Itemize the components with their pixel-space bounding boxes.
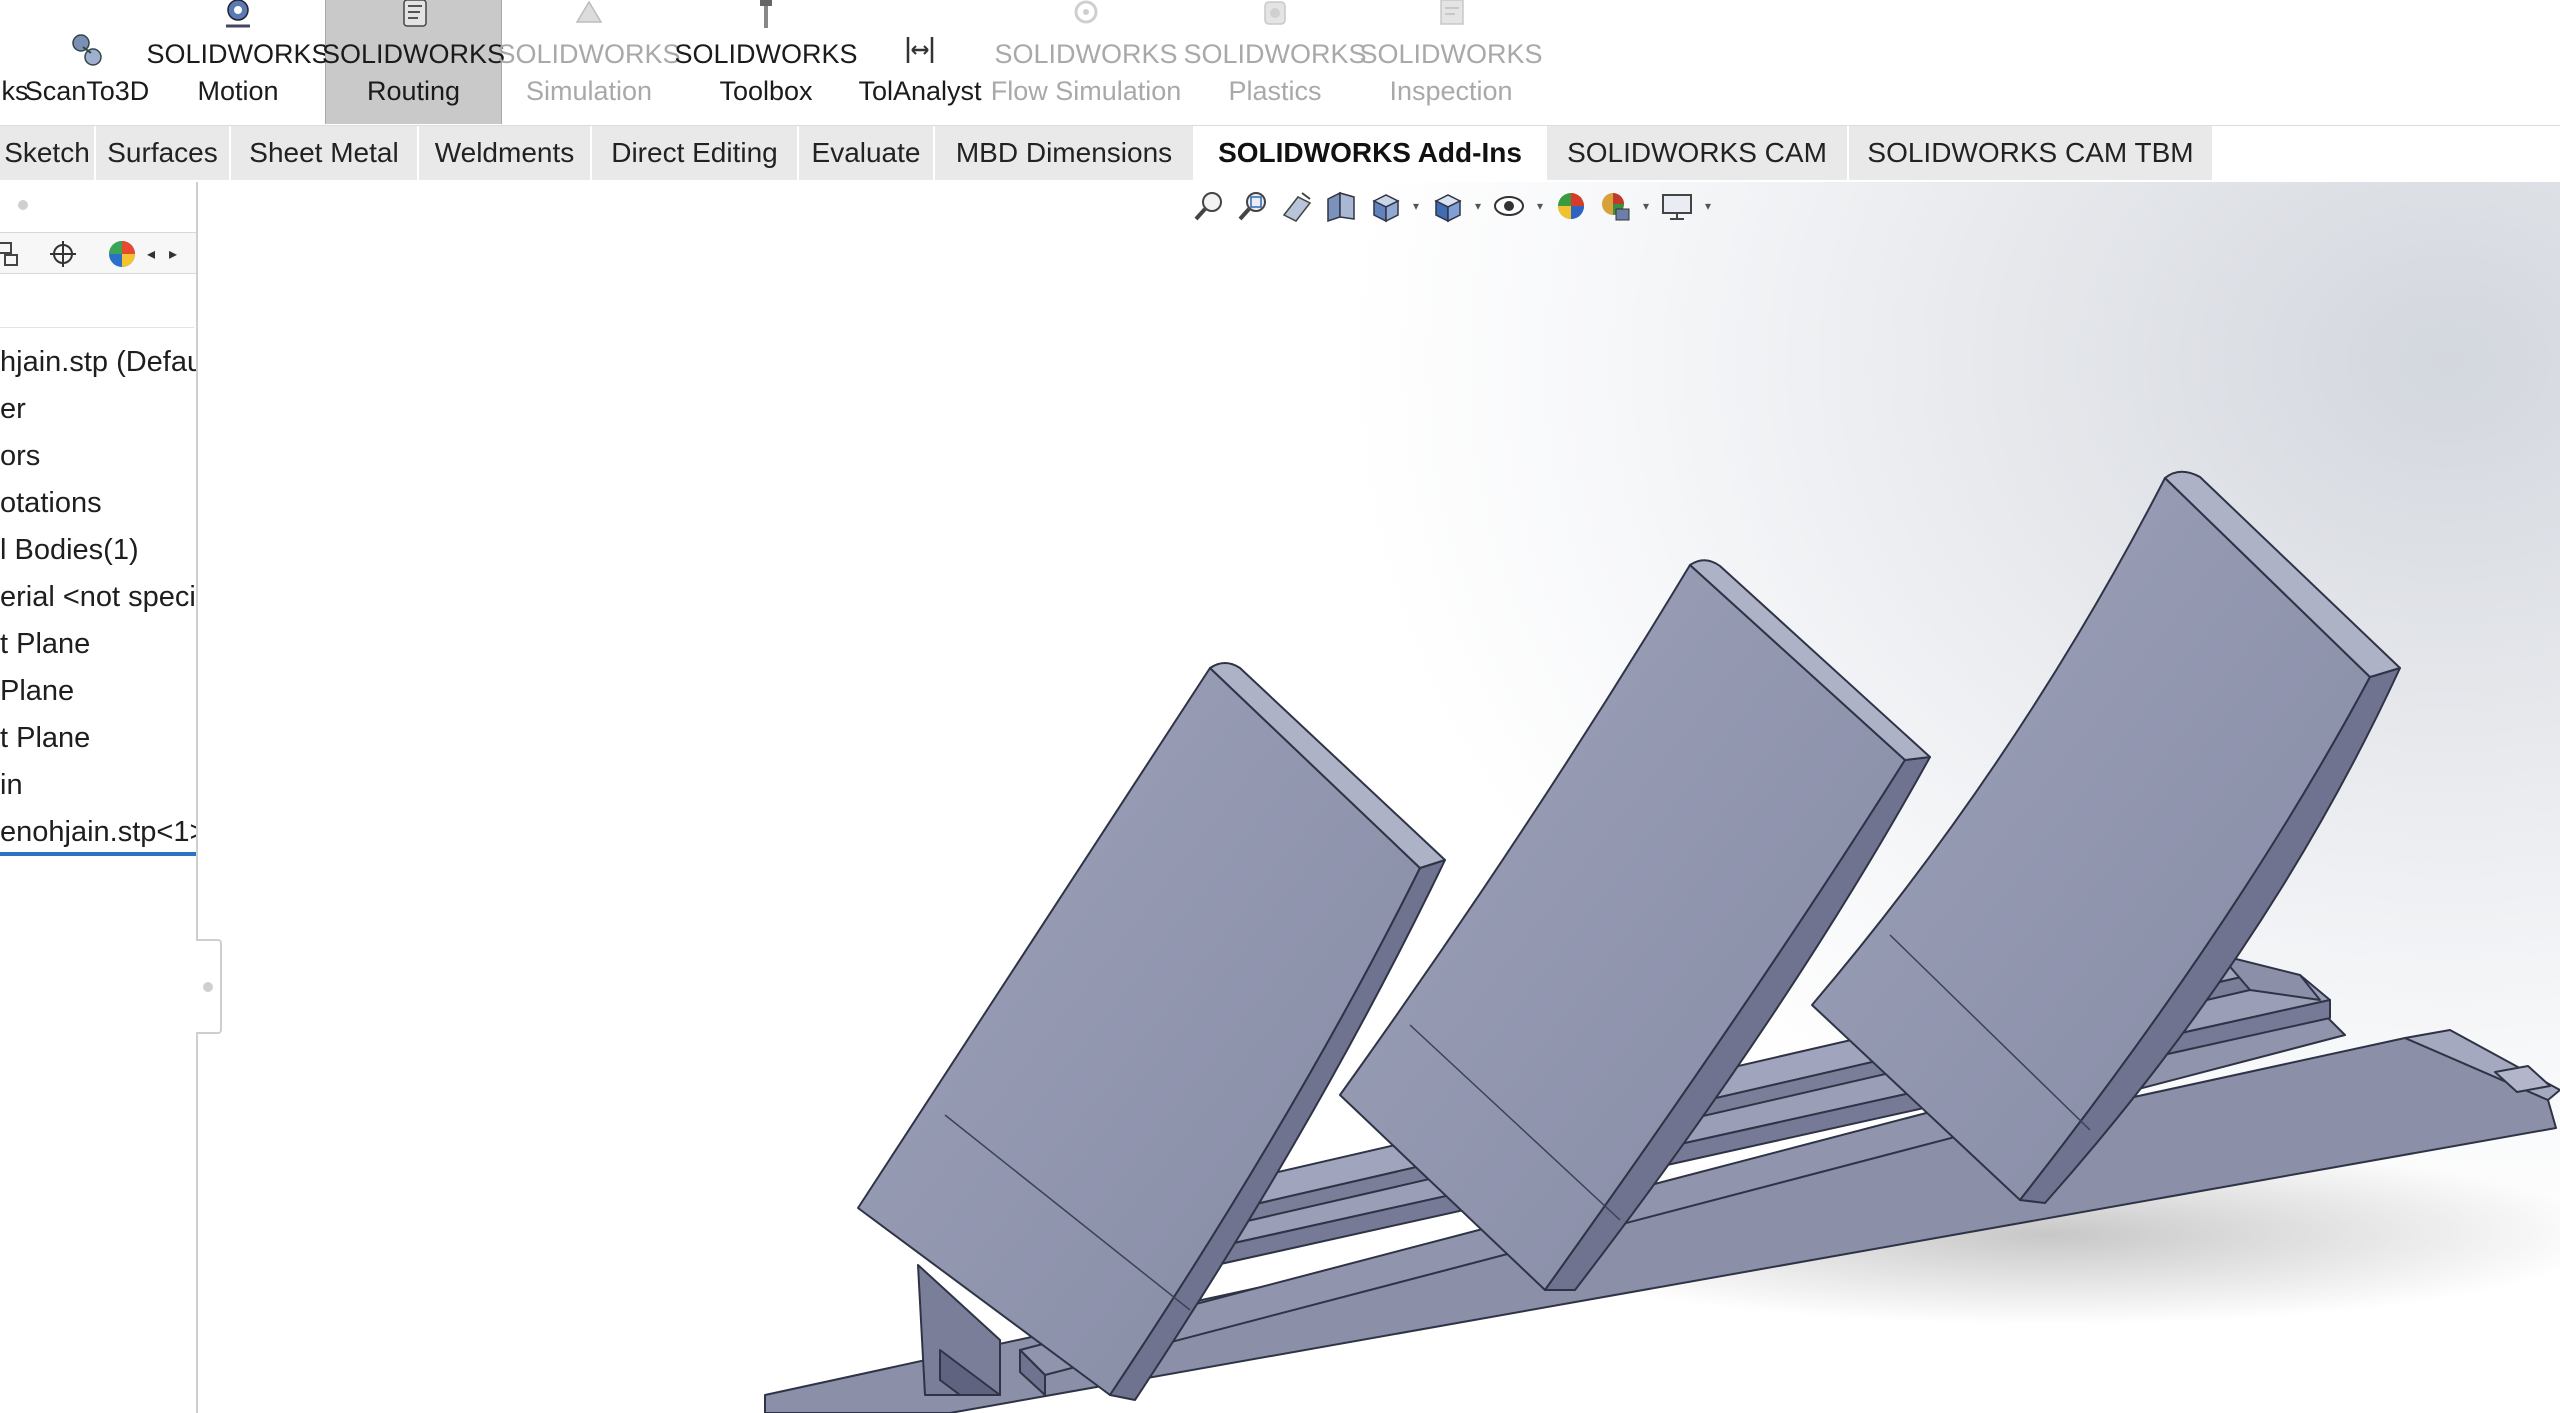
- tree-item-annotations[interactable]: otations: [0, 480, 196, 527]
- apply-scene-icon[interactable]: [1596, 187, 1634, 225]
- zoom-to-area-icon[interactable]: [1234, 187, 1272, 225]
- panel-grip-icon[interactable]: [18, 200, 28, 210]
- tree-item-origin[interactable]: in: [0, 762, 196, 809]
- display-style-dropdown-icon[interactable]: ▾: [1472, 187, 1484, 225]
- scroll-left-icon[interactable]: ◂: [140, 236, 162, 272]
- solidworks-window: ks ScanTo3D SOLIDWORKS Motion SOLIDWORKS…: [0, 0, 2560, 1413]
- tree-item-front-plane[interactable]: t Plane: [0, 621, 196, 668]
- view-orientation-icon[interactable]: [1366, 187, 1404, 225]
- display-style-icon[interactable]: [1428, 187, 1466, 225]
- view-settings-dropdown-icon[interactable]: ▾: [1702, 187, 1714, 225]
- tree-item-solid-bodies[interactable]: l Bodies(1): [0, 527, 196, 574]
- zoom-to-fit-icon[interactable]: [1190, 187, 1228, 225]
- view-settings-icon[interactable]: [1658, 187, 1696, 225]
- edit-appearance-icon[interactable]: [1552, 187, 1590, 225]
- section-view-icon[interactable]: [1322, 187, 1360, 225]
- configuration-manager-icon[interactable]: [0, 236, 32, 272]
- tree-item-material[interactable]: erial <not specif: [0, 574, 196, 621]
- grip-dot-icon: [203, 981, 213, 992]
- scroll-right-icon[interactable]: ▸: [162, 236, 184, 272]
- tree-item-right-plane[interactable]: t Plane: [0, 715, 196, 762]
- feature-manager-panel: ◂ ▸ hjain.stp (Defau er ors otations l B…: [0, 182, 198, 1413]
- tree-item-root[interactable]: hjain.stp (Defau: [0, 339, 196, 386]
- panel-collapse-handle[interactable]: [196, 939, 222, 1034]
- tree-item-sensors[interactable]: ors: [0, 433, 196, 480]
- tree-item-imported-body[interactable]: enohjain.stp<1>: [0, 809, 196, 856]
- previous-view-icon[interactable]: [1278, 187, 1316, 225]
- dimxpert-manager-icon[interactable]: [43, 236, 83, 272]
- tree-item-top-plane[interactable]: Plane: [0, 668, 196, 715]
- hide-show-items-icon[interactable]: [1490, 187, 1528, 225]
- heads-up-view-toolbar: ▾ ▾ ▾ ▾ ▾: [1190, 183, 1714, 229]
- tree-item-history[interactable]: er: [0, 386, 196, 433]
- display-manager-icon[interactable]: [102, 236, 142, 272]
- apply-scene-dropdown-icon[interactable]: ▾: [1640, 187, 1652, 225]
- hide-show-dropdown-icon[interactable]: ▾: [1534, 187, 1546, 225]
- feature-tree: hjain.stp (Defau er ors otations l Bodie…: [0, 339, 196, 856]
- panel-toolbar: ◂ ▸: [0, 232, 196, 274]
- view-orientation-dropdown-icon[interactable]: ▾: [1410, 187, 1422, 225]
- feature-tree-filter[interactable]: [0, 278, 194, 328]
